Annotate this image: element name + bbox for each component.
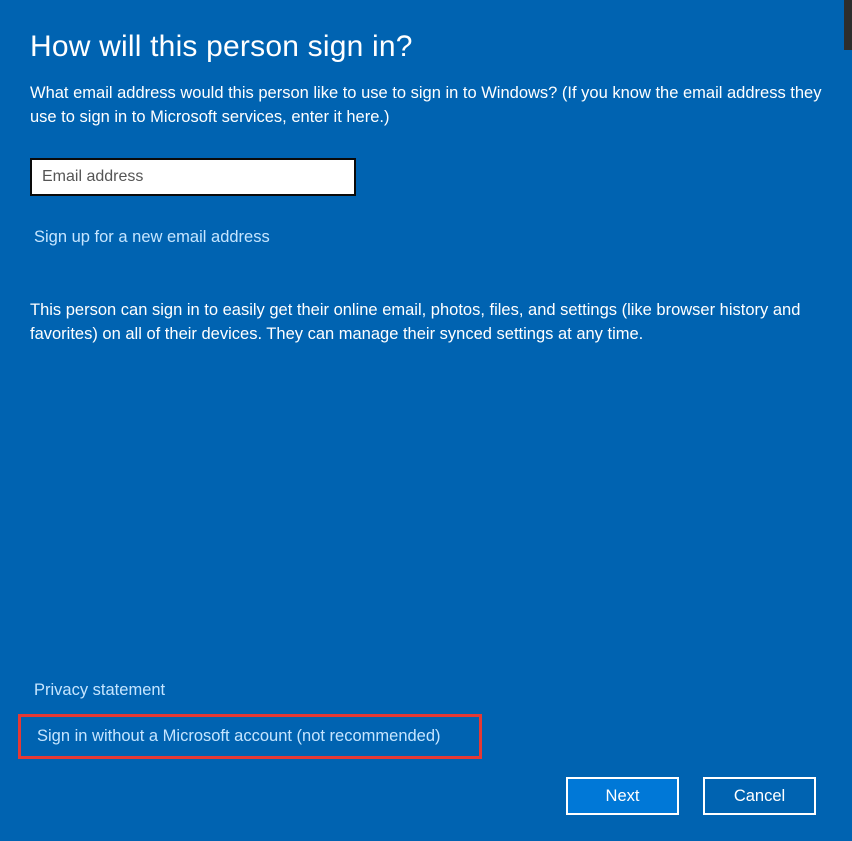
page-subtitle: What email address would this person lik… bbox=[30, 82, 822, 130]
signin-without-microsoft-link[interactable]: Sign in without a Microsoft account (not… bbox=[37, 727, 441, 746]
sync-description: This person can sign in to easily get th… bbox=[30, 299, 822, 347]
button-row: Next Cancel bbox=[30, 777, 822, 815]
privacy-statement-link[interactable]: Privacy statement bbox=[34, 681, 165, 700]
email-field[interactable] bbox=[30, 158, 356, 196]
highlight-box: Sign in without a Microsoft account (not… bbox=[18, 714, 482, 759]
signup-new-email-link[interactable]: Sign up for a new email address bbox=[34, 228, 270, 247]
bottom-area: Privacy statement Sign in without a Micr… bbox=[0, 681, 852, 841]
page-title: How will this person sign in? bbox=[30, 30, 822, 64]
next-button[interactable]: Next bbox=[566, 777, 679, 815]
cancel-button[interactable]: Cancel bbox=[703, 777, 816, 815]
scrollbar-track[interactable] bbox=[844, 0, 852, 50]
main-content: How will this person sign in? What email… bbox=[0, 0, 852, 347]
